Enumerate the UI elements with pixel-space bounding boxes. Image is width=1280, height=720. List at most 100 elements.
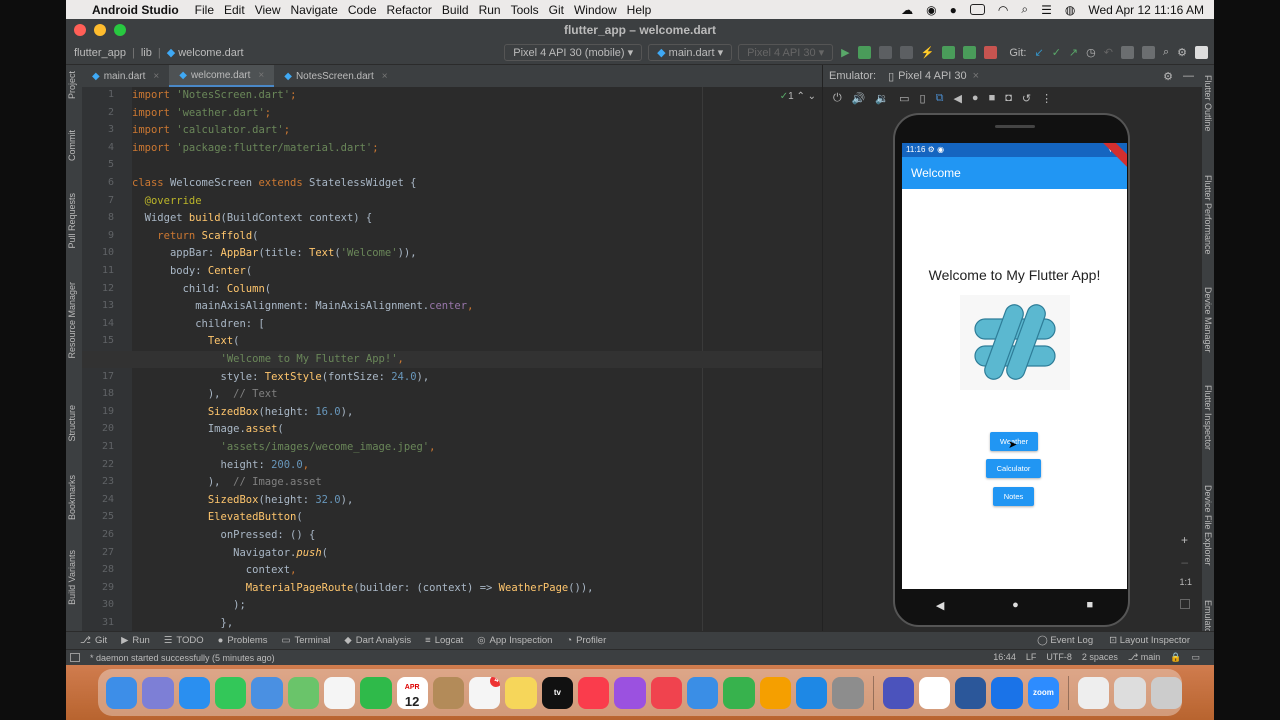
nav-back-icon[interactable]: ◀: [936, 599, 944, 612]
appletv-icon[interactable]: tv: [541, 676, 574, 709]
tool-structure[interactable]: Structure: [67, 405, 77, 442]
volume-up-icon[interactable]: 🔊: [852, 92, 866, 105]
messages-icon[interactable]: [214, 676, 247, 709]
zoom-ratio[interactable]: 1:1: [1179, 577, 1192, 587]
git-update-icon[interactable]: ↙: [1034, 46, 1043, 59]
git-branch[interactable]: ⎇ main: [1128, 652, 1160, 663]
snapshot-icon[interactable]: ↺: [1022, 92, 1031, 105]
menu-refactor[interactable]: Refactor: [387, 3, 432, 17]
stop-icon[interactable]: [984, 46, 998, 59]
notes-icon[interactable]: [505, 676, 537, 709]
device-selector[interactable]: Pixel 4 API 30 (mobile) ▾: [504, 44, 643, 61]
creative-cloud-icon[interactable]: ☁: [901, 3, 913, 17]
avd-manager-icon[interactable]: [1141, 46, 1155, 59]
grammarly-icon[interactable]: ◉: [926, 3, 936, 17]
zoom-out-icon[interactable]: –: [1181, 555, 1188, 569]
overview-icon[interactable]: ■: [989, 92, 996, 104]
volume-down-icon[interactable]: 🔉: [875, 92, 889, 105]
back-icon[interactable]: ◀: [953, 92, 961, 105]
toolwin-problems[interactable]: ● Problems: [218, 635, 268, 646]
spotlight-icon[interactable]: ⌕: [1021, 2, 1028, 17]
tool-commit[interactable]: Commit: [67, 130, 77, 161]
tab-notesscreen-dart[interactable]: ◆ NotesScreen.dart ×: [274, 65, 397, 87]
tool-bookmarks[interactable]: Bookmarks: [67, 475, 77, 520]
notes-button[interactable]: Notes: [993, 487, 1034, 506]
toolwin-app-inspection[interactable]: ◎ App Inspection: [477, 635, 552, 646]
reminders-icon[interactable]: 4: [469, 676, 501, 709]
nav-recents-icon[interactable]: ■: [1086, 599, 1093, 611]
tab-main-dart[interactable]: ◆ main.dart ×: [82, 65, 169, 87]
contacts-icon[interactable]: [432, 676, 465, 709]
tool-device-manager[interactable]: Device Manager: [1203, 287, 1213, 353]
word-icon[interactable]: [955, 676, 987, 709]
photos-icon[interactable]: [323, 676, 356, 709]
pages-icon[interactable]: [759, 676, 791, 709]
code-editor[interactable]: ◆ main.dart × ◆ welcome.dart × ◆ NotesScreen.…: [82, 65, 822, 635]
close-icon[interactable]: ×: [973, 70, 979, 82]
menu-git[interactable]: Git: [549, 3, 564, 17]
menu-navigate[interactable]: Navigate: [290, 3, 337, 17]
zoom-in-icon[interactable]: +: [1181, 533, 1188, 547]
maps-icon[interactable]: [287, 676, 319, 709]
run-icon[interactable]: ▶: [841, 46, 849, 59]
numbers-icon[interactable]: [723, 676, 755, 709]
trash-icon[interactable]: [1150, 676, 1183, 709]
tool-flutter-outline[interactable]: Flutter Outline: [1203, 75, 1213, 132]
close-icon[interactable]: ×: [258, 70, 264, 81]
coverage-icon[interactable]: [878, 46, 892, 59]
safari-icon[interactable]: [178, 676, 210, 709]
hot-restart-icon[interactable]: [942, 46, 956, 59]
caret-position[interactable]: 16:44: [993, 652, 1016, 663]
search-icon[interactable]: ⌕: [1163, 46, 1169, 59]
finder-icon[interactable]: [106, 676, 138, 709]
tool-flutter-inspector[interactable]: Flutter Inspector: [1203, 385, 1213, 450]
calculator-button[interactable]: Calculator: [986, 459, 1041, 478]
clock-datetime[interactable]: Wed Apr 12 11:16 AM: [1088, 3, 1204, 17]
podcasts-icon[interactable]: [614, 676, 646, 709]
toolwin-event-log[interactable]: ◯ Event Log: [1037, 635, 1093, 646]
documents-stack-icon[interactable]: [1114, 676, 1146, 709]
fold-icon[interactable]: ⧉: [936, 92, 944, 105]
android-studio-icon[interactable]: [991, 676, 1023, 709]
memory-indicator-icon[interactable]: ▭: [1191, 652, 1200, 663]
attach-debugger-icon[interactable]: [963, 46, 977, 59]
battery-icon[interactable]: [969, 4, 985, 15]
tool-flutter-performance[interactable]: Flutter Performance: [1203, 175, 1213, 255]
tool-pull-requests[interactable]: Pull Requests: [67, 193, 77, 249]
menu-app-name[interactable]: Android Studio: [92, 3, 179, 17]
toolwin-profiler[interactable]: ◔ Profiler: [566, 635, 606, 646]
toolwin-todo[interactable]: ☰ TODO: [164, 635, 204, 646]
fit-screen-icon[interactable]: [1180, 599, 1190, 609]
toolwin-layout-inspector[interactable]: ⊡ Layout Inspector: [1109, 635, 1190, 646]
git-commit-icon[interactable]: ✓: [1052, 46, 1061, 59]
toolwin-dart-analysis[interactable]: ◆ Dart Analysis: [344, 635, 411, 646]
menu-build[interactable]: Build: [442, 3, 469, 17]
nav-home-icon[interactable]: ●: [1012, 599, 1019, 611]
gear-icon[interactable]: ⚙: [1177, 46, 1187, 59]
debug-icon[interactable]: [857, 46, 871, 59]
expand-icon[interactable]: [1195, 46, 1208, 59]
close-icon[interactable]: ×: [382, 71, 388, 82]
camera-icon[interactable]: ◘: [1005, 92, 1012, 104]
menu-window[interactable]: Window: [574, 3, 617, 17]
line-separator[interactable]: LF: [1026, 652, 1037, 663]
tool-project[interactable]: Project: [67, 71, 77, 99]
toolwin-run[interactable]: ▶ Run: [121, 635, 150, 646]
control-center-icon[interactable]: ☰: [1041, 3, 1052, 17]
menu-edit[interactable]: Edit: [224, 3, 245, 17]
tool-build-variants[interactable]: Build Variants: [67, 550, 77, 605]
toolwin-terminal[interactable]: ▭ Terminal: [282, 635, 331, 646]
rollback-icon[interactable]: ↶: [1104, 46, 1113, 59]
phone-screen[interactable]: 11:16 ⚙ ◉▼▮ Welcome Welcome to My Flutte…: [902, 143, 1127, 589]
menu-help[interactable]: Help: [627, 3, 652, 17]
tab-welcome-dart[interactable]: ◆ welcome.dart ×: [169, 65, 275, 87]
facetime-icon[interactable]: [360, 676, 392, 709]
tool-device-file-explorer[interactable]: Device File Explorer: [1203, 485, 1213, 566]
more-icon[interactable]: ⋮: [1041, 92, 1052, 105]
hot-reload-icon[interactable]: ⚡: [921, 46, 935, 59]
git-push-icon[interactable]: ↗: [1069, 46, 1078, 59]
breadcrumb-folder[interactable]: lib: [141, 47, 152, 59]
breadcrumb-project[interactable]: flutter_app: [74, 47, 126, 59]
lock-icon[interactable]: 🔒: [1170, 652, 1181, 663]
calendar-icon[interactable]: APR 12: [396, 676, 428, 709]
